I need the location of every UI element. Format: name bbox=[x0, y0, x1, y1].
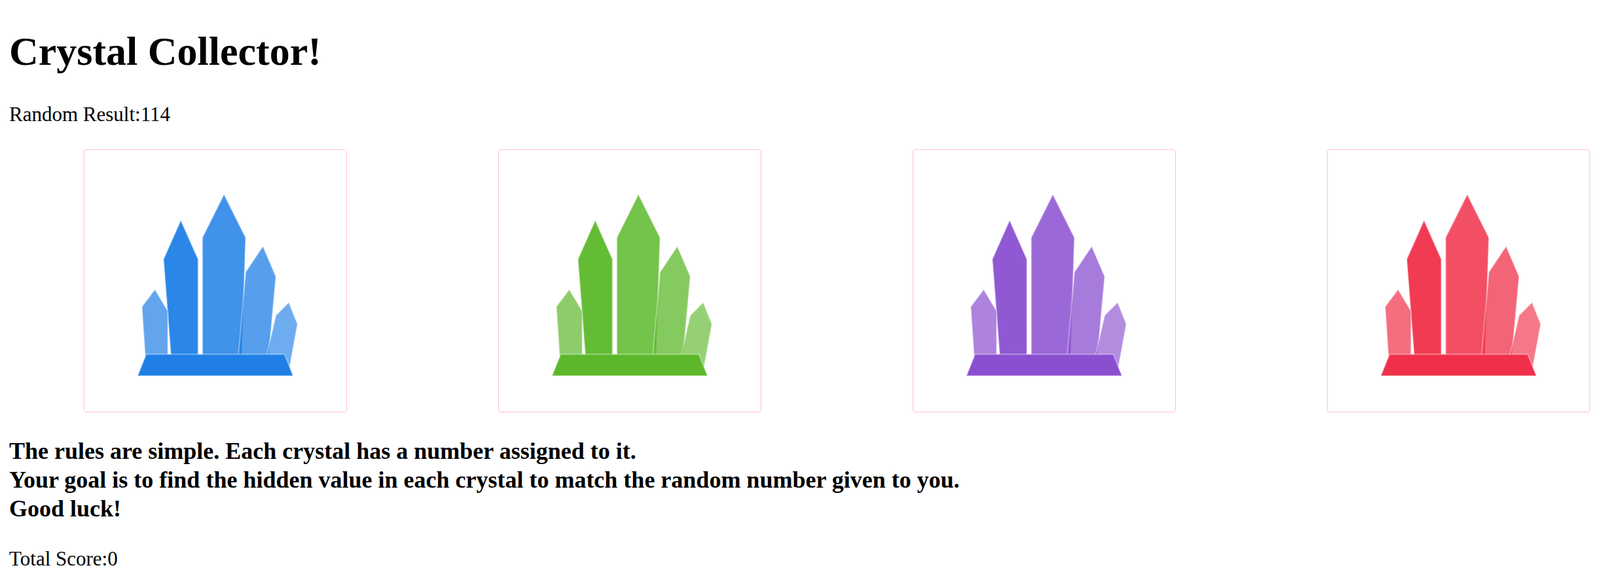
crystal-button[interactable] bbox=[498, 149, 762, 413]
rules-text: The rules are simple. Each crystal has a… bbox=[9, 436, 1591, 524]
rules-line: Your goal is to find the hidden value in… bbox=[9, 465, 1591, 495]
rules-line: Good luck! bbox=[9, 494, 1591, 524]
random-result-label: Random Result: bbox=[9, 102, 141, 126]
crystal-icon bbox=[521, 172, 738, 389]
game-title: Crystal Collector! bbox=[9, 27, 1591, 75]
random-result: Random Result:114 bbox=[9, 102, 1591, 127]
crystal-button[interactable] bbox=[912, 149, 1176, 413]
crystal-row bbox=[9, 149, 1591, 413]
random-result-value: 114 bbox=[140, 102, 171, 126]
crystal-button[interactable] bbox=[1327, 149, 1591, 413]
rules-line: The rules are simple. Each crystal has a… bbox=[9, 436, 1591, 466]
crystal-icon bbox=[107, 172, 324, 389]
page: Crystal Collector! Random Result:114 The r… bbox=[0, 27, 1600, 571]
total-score-label: Total Score: bbox=[9, 547, 108, 571]
crystal-icon bbox=[1350, 172, 1567, 389]
crystal-icon bbox=[936, 172, 1153, 389]
crystal-button[interactable] bbox=[83, 149, 347, 413]
total-score: Total Score:0 bbox=[9, 547, 1591, 571]
total-score-value: 0 bbox=[107, 547, 118, 571]
